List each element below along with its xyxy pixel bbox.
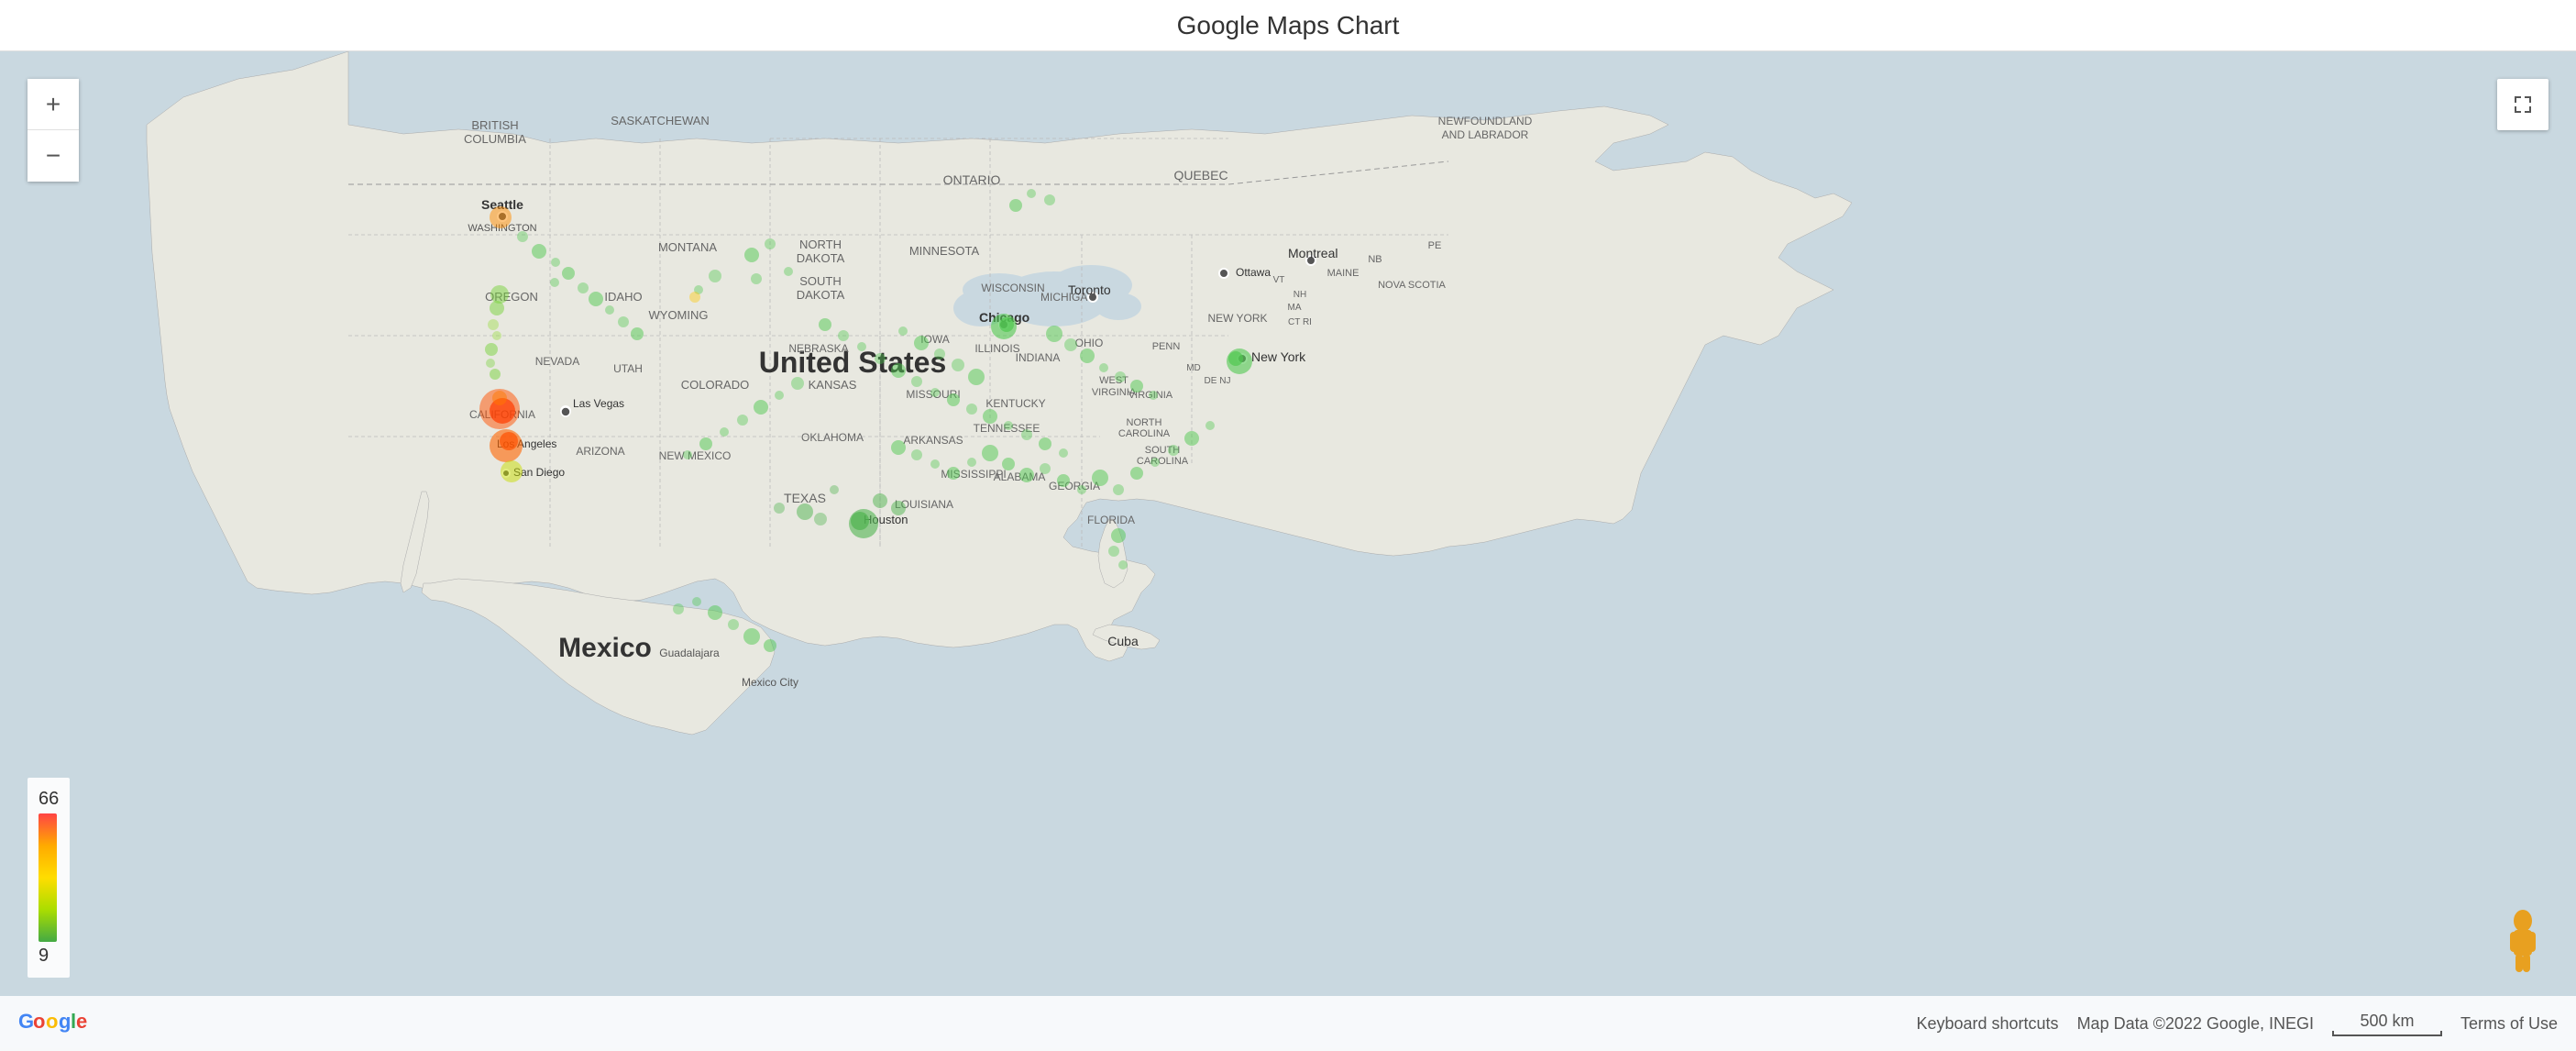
zoom-out-button[interactable]: − xyxy=(28,130,79,182)
svg-text:Las Vegas: Las Vegas xyxy=(573,397,624,410)
svg-text:Guadalajara: Guadalajara xyxy=(659,647,720,659)
svg-text:BRITISH: BRITISH xyxy=(471,118,518,132)
svg-text:WYOMING: WYOMING xyxy=(649,308,709,322)
svg-text:g: g xyxy=(59,1010,71,1033)
svg-text:e: e xyxy=(76,1010,87,1033)
svg-text:PE: PE xyxy=(1428,240,1442,251)
svg-text:DE NJ: DE NJ xyxy=(1205,376,1231,386)
svg-text:o: o xyxy=(33,1010,45,1033)
svg-text:NEVADA: NEVADA xyxy=(535,355,579,368)
svg-text:MONTANA: MONTANA xyxy=(658,240,717,254)
svg-text:New York: New York xyxy=(1251,349,1306,364)
svg-text:MA: MA xyxy=(1288,303,1302,313)
svg-text:MD: MD xyxy=(1186,363,1201,373)
svg-text:NEWFOUNDLAND: NEWFOUNDLAND xyxy=(1438,115,1533,127)
svg-text:United States: United States xyxy=(759,346,946,379)
svg-text:COLUMBIA: COLUMBIA xyxy=(464,132,526,146)
svg-text:ARIZONA: ARIZONA xyxy=(576,445,624,458)
svg-text:NEW YORK: NEW YORK xyxy=(1207,312,1267,325)
svg-text:ARKANSAS: ARKANSAS xyxy=(903,434,963,447)
svg-text:OHIO: OHIO xyxy=(1075,337,1104,349)
bottom-center-info: Keyboard shortcuts Map Data ©2022 Google… xyxy=(1916,1012,2558,1036)
svg-text:AND LABRADOR: AND LABRADOR xyxy=(1442,128,1529,141)
svg-text:Mexico City: Mexico City xyxy=(742,676,798,689)
svg-text:NEW MEXICO: NEW MEXICO xyxy=(659,449,732,462)
zoom-in-button[interactable]: + xyxy=(28,79,79,130)
svg-text:DAKOTA: DAKOTA xyxy=(797,288,845,302)
fullscreen-icon xyxy=(2512,94,2534,116)
svg-text:Montreal: Montreal xyxy=(1288,246,1338,260)
svg-text:KANSAS: KANSAS xyxy=(809,378,857,392)
scale-line xyxy=(2332,1031,2442,1036)
svg-text:CAROLINA: CAROLINA xyxy=(1118,428,1171,439)
svg-text:NH: NH xyxy=(1294,290,1306,300)
svg-text:NEBRASKA: NEBRASKA xyxy=(788,342,848,355)
legend: 66 9 xyxy=(28,778,70,978)
svg-text:FLORIDA: FLORIDA xyxy=(1087,514,1135,526)
svg-text:DAKOTA: DAKOTA xyxy=(797,251,845,265)
svg-text:NOVA SCOTIA: NOVA SCOTIA xyxy=(1378,280,1446,291)
pegman[interactable] xyxy=(2497,904,2548,978)
legend-max-value: 66 xyxy=(39,789,59,810)
legend-color-bar xyxy=(39,813,57,942)
svg-text:OKLAHOMA: OKLAHOMA xyxy=(801,431,864,444)
scale-bar: 500 km xyxy=(2332,1012,2442,1036)
svg-text:NB: NB xyxy=(1368,254,1382,265)
svg-text:ALABAMA: ALABAMA xyxy=(994,470,1046,483)
page-title: Google Maps Chart xyxy=(1177,11,1400,40)
svg-text:o: o xyxy=(46,1010,58,1033)
map-container: Google Maps Chart xyxy=(0,0,2576,1051)
svg-text:Cuba: Cuba xyxy=(1107,634,1139,648)
legend-min-value: 9 xyxy=(39,946,59,967)
svg-text:ONTARIO: ONTARIO xyxy=(943,172,1001,187)
svg-text:KENTUCKY: KENTUCKY xyxy=(985,397,1045,410)
svg-text:MINNESOTA: MINNESOTA xyxy=(909,244,980,258)
keyboard-shortcuts-link[interactable]: Keyboard shortcuts xyxy=(1916,1014,2058,1034)
svg-text:COLORADO: COLORADO xyxy=(681,378,749,392)
svg-text:UTAH: UTAH xyxy=(613,362,643,375)
svg-text:WISCONSIN: WISCONSIN xyxy=(981,282,1044,294)
scale-label: 500 km xyxy=(2360,1012,2414,1031)
svg-text:SOUTH: SOUTH xyxy=(799,274,842,288)
bottom-bar: G o o g l e Keyboard shortcuts Map Data … xyxy=(0,996,2576,1051)
svg-text:MAINE: MAINE xyxy=(1327,268,1360,279)
svg-text:IDAHO: IDAHO xyxy=(604,290,642,304)
svg-text:VT: VT xyxy=(1273,275,1285,285)
svg-text:ILLINOIS: ILLINOIS xyxy=(974,342,1019,355)
svg-text:CT RI: CT RI xyxy=(1288,317,1312,327)
title-bar: Google Maps Chart xyxy=(0,0,2576,51)
svg-text:PENN: PENN xyxy=(1152,341,1181,352)
svg-text:G: G xyxy=(18,1010,34,1033)
map-svg: United States Mexico Cuba BRITISH COLUMB… xyxy=(0,51,2576,1051)
svg-text:TEXAS: TEXAS xyxy=(784,491,826,505)
map-area[interactable]: United States Mexico Cuba BRITISH COLUMB… xyxy=(0,51,2576,1051)
svg-text:CAROLINA: CAROLINA xyxy=(1137,456,1189,467)
map-data-attribution: Map Data ©2022 Google, INEGI xyxy=(2077,1014,2314,1034)
svg-text:Toronto: Toronto xyxy=(1068,282,1111,297)
svg-text:Mexico: Mexico xyxy=(558,633,652,663)
svg-text:Ottawa: Ottawa xyxy=(1236,266,1271,279)
google-logo: G o o g l e xyxy=(18,1008,92,1039)
svg-text:SASKATCHEWAN: SASKATCHEWAN xyxy=(611,114,710,127)
svg-text:QUEBEC: QUEBEC xyxy=(1173,168,1227,183)
svg-text:NORTH: NORTH xyxy=(799,238,842,251)
svg-text:INDIANA: INDIANA xyxy=(1016,351,1061,364)
zoom-controls: + − xyxy=(28,79,79,182)
fullscreen-button[interactable] xyxy=(2497,79,2548,130)
terms-of-use-link[interactable]: Terms of Use xyxy=(2460,1014,2558,1034)
svg-text:NORTH: NORTH xyxy=(1127,417,1162,428)
svg-text:GEORGIA: GEORGIA xyxy=(1049,480,1100,492)
